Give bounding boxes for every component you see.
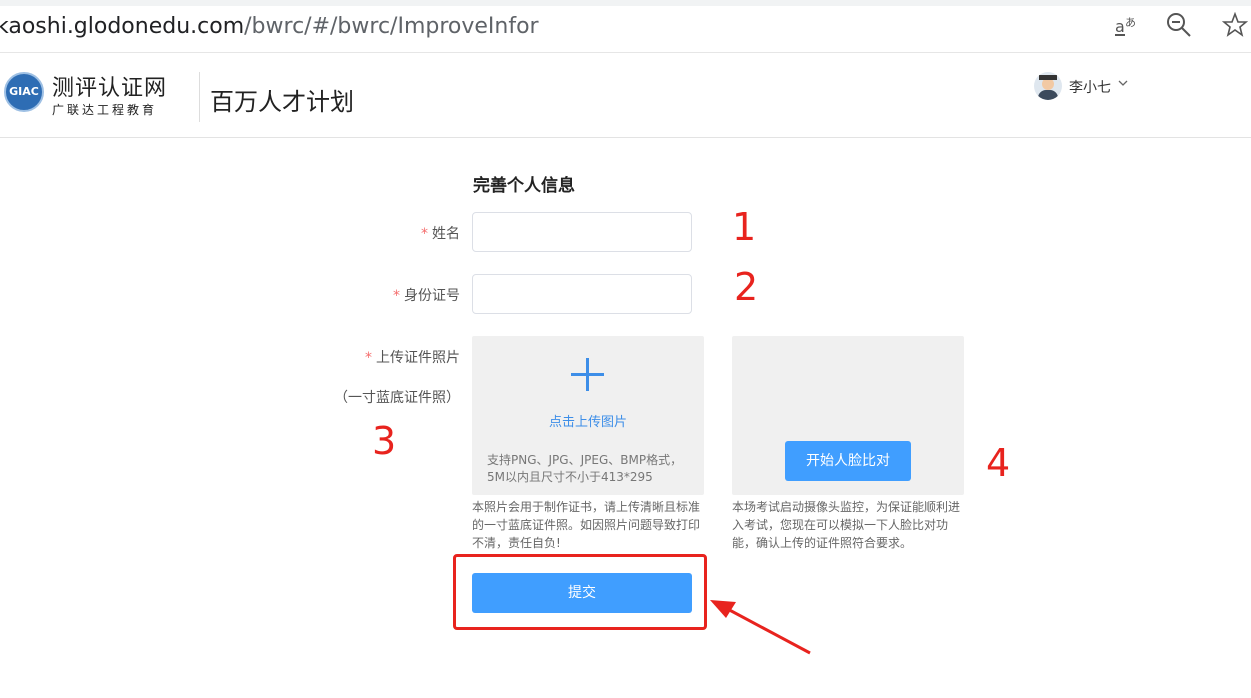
giac-logo-icon[interactable]: GIAC bbox=[4, 72, 44, 112]
url-text[interactable]: kaoshi.glodonedu.com/bwrc/#/bwrc/Improve… bbox=[0, 14, 539, 39]
name-input[interactable] bbox=[472, 212, 692, 252]
photo-label: * 上传证件照片 bbox=[330, 347, 460, 367]
face-note: 本场考试启动摄像头监控，为保证能顺利进入考试，您现在可以模拟一下人脸比对功能，确… bbox=[732, 500, 961, 550]
upload-hint: 支持PNG、JPG、JPEG、BMP格式，5M以内且尺寸不小于413*295 bbox=[487, 453, 683, 484]
browser-top-edge bbox=[0, 0, 1251, 6]
upload-image-link[interactable]: 点击上传图片 bbox=[472, 411, 704, 430]
annotation-2: 2 bbox=[734, 265, 759, 309]
svg-text:a: a bbox=[1115, 17, 1125, 36]
annotation-4: 4 bbox=[986, 441, 1011, 485]
logo-subtitle: 广联达工程教育 bbox=[52, 103, 158, 117]
id-number-label: * 身份证号 bbox=[360, 285, 460, 305]
bookmark-star-icon[interactable] bbox=[1221, 11, 1249, 40]
zoom-out-icon[interactable] bbox=[1165, 12, 1193, 40]
url-path: /bwrc/#/bwrc/ImproveInfor bbox=[244, 14, 539, 39]
svg-text:あ: あ bbox=[1125, 16, 1136, 29]
site-name: 百万人才计划 bbox=[210, 88, 354, 116]
translate-icon[interactable]: aあ bbox=[1113, 12, 1141, 40]
name-label-text: 姓名 bbox=[432, 226, 460, 242]
required-mark: * bbox=[393, 288, 400, 304]
submit-button[interactable]: 提交 bbox=[472, 573, 692, 613]
start-face-compare-button[interactable]: 开始人脸比对 bbox=[785, 441, 911, 481]
required-mark: * bbox=[365, 350, 372, 366]
id-number-label-text: 身份证号 bbox=[404, 288, 460, 304]
required-mark: * bbox=[421, 226, 428, 242]
user-avatar[interactable] bbox=[1034, 72, 1062, 100]
photo-note: 本照片会用于制作证书，请上传清晰且标准的一寸蓝底证件照。如因照片问题导致打印不清… bbox=[472, 500, 701, 550]
id-number-input[interactable] bbox=[472, 274, 692, 314]
browser-address-bar[interactable]: kaoshi.glodonedu.com/bwrc/#/bwrc/Improve… bbox=[0, 0, 1251, 53]
face-compare-area: 开始人脸比对 bbox=[732, 336, 964, 495]
annotation-3: 3 bbox=[372, 419, 397, 463]
logo-title[interactable]: 测评认证网 bbox=[52, 70, 167, 102]
photo-label-text: 上传证件照片 bbox=[376, 350, 460, 366]
site-header: GIAC 测评认证网 广联达工程教育 百万人才计划 李小七 bbox=[0, 56, 1251, 138]
form-title: 完善个人信息 bbox=[473, 176, 575, 196]
name-label: * 姓名 bbox=[380, 223, 460, 243]
user-name-menu[interactable]: 李小七 bbox=[1069, 77, 1111, 97]
chevron-down-icon[interactable] bbox=[1117, 77, 1129, 92]
red-arrow-annotation bbox=[710, 600, 811, 655]
header-divider bbox=[199, 72, 200, 122]
photo-sublabel: （一寸蓝底证件照） bbox=[334, 390, 460, 406]
url-host: kaoshi.glodonedu.com bbox=[0, 14, 245, 39]
photo-upload-area[interactable]: 点击上传图片 支持PNG、JPG、JPEG、BMP格式，5M以内且尺寸不小于41… bbox=[472, 336, 704, 495]
annotation-1: 1 bbox=[732, 205, 757, 249]
